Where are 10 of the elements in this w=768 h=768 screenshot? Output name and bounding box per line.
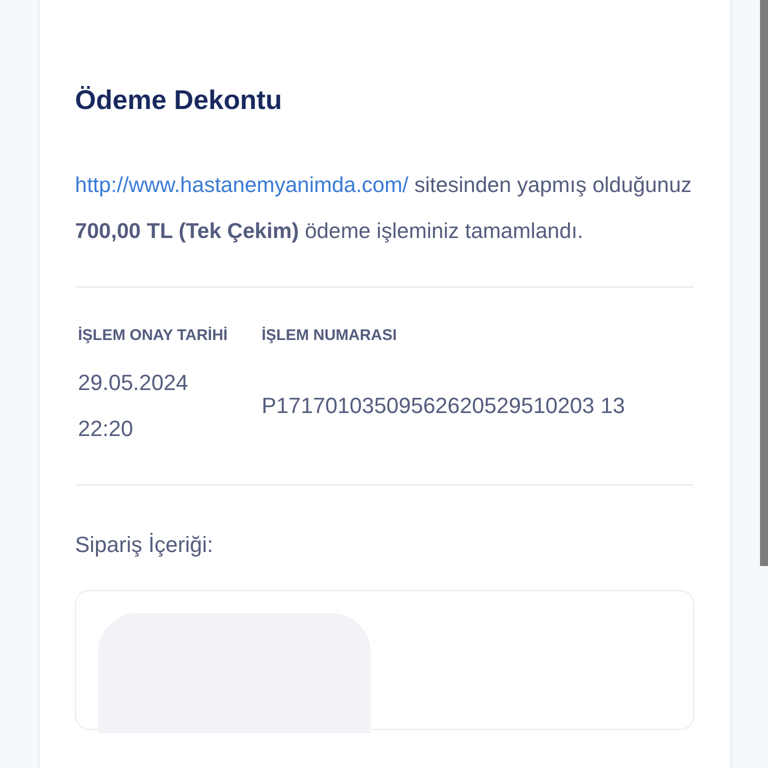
order-heading: Sipariş İçeriği: <box>75 531 214 559</box>
detail-value: 29.05.2024 <box>78 369 190 397</box>
receipt-title: Ödeme Dekontu <box>75 84 284 117</box>
site-link[interactable]: http://www.hastanemyanimda.com/ <box>75 173 408 197</box>
detail-value: P17170103509562620529510203 13 <box>262 392 625 420</box>
detail-label: İŞLEM NUMARASI <box>262 326 398 346</box>
scrollbar[interactable] <box>760 0 768 566</box>
detail-value: 22:20 <box>78 415 134 443</box>
detail-label: İŞLEM ONAY TARİHİ <box>78 326 228 346</box>
payment-message: http://www.hastanemyanimda.com/ sitesinden yapmış olduğunuz 700,00 TL (Tek Çekim) ödeme işleminiz tamamlandı. <box>75 172 693 245</box>
